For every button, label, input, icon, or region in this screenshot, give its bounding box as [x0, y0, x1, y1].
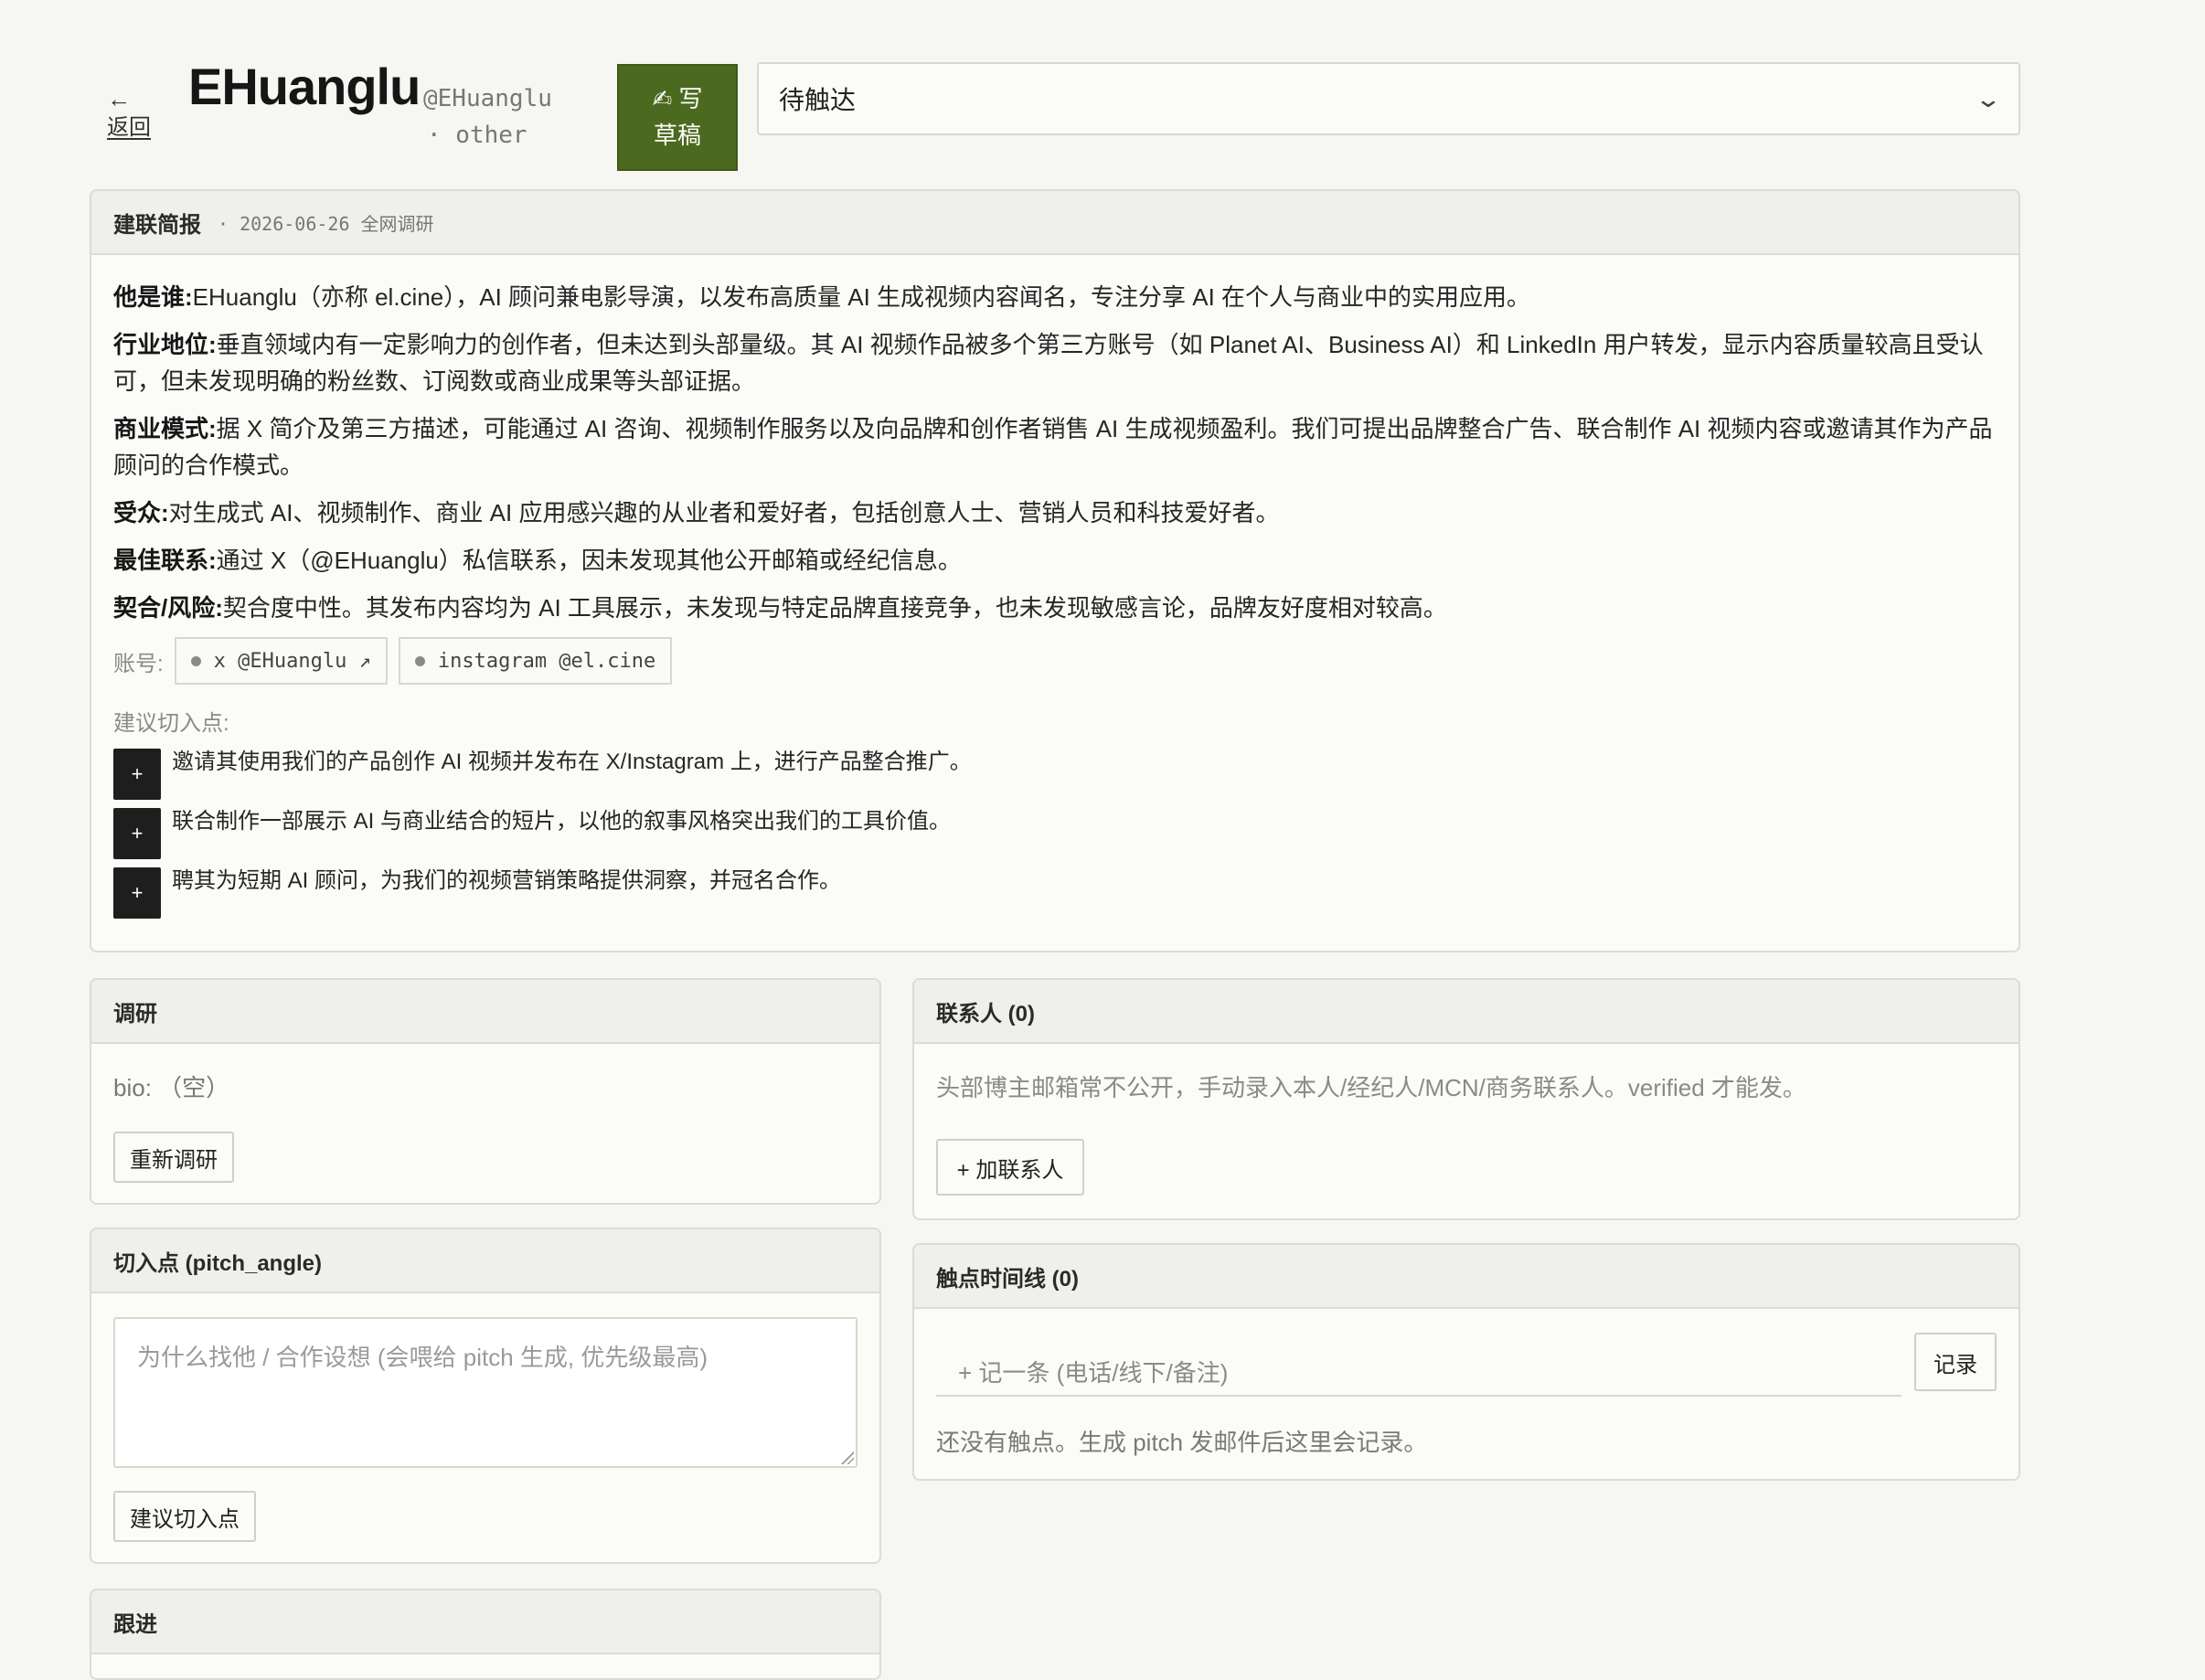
pitch-angle-header: 切入点 (pitch_angle) [91, 1229, 879, 1293]
re-research-button[interactable]: 重新调研 [113, 1132, 234, 1183]
add-pitch-button[interactable]: + [113, 808, 161, 859]
bio-text: bio: （空） [113, 1074, 230, 1101]
record-touchpoint-button[interactable]: 记录 [1914, 1333, 1997, 1391]
touchpoint-timeline-panel: 触点时间线 (0) + 记一条 (电话/线下/备注) 记录 还没有触点。生成 p… [912, 1243, 2020, 1481]
account-chip-text: instagram @el.cine [437, 649, 656, 673]
timeline-title: 触点时间线 (0) [936, 1266, 1079, 1292]
accounts-label: 账号: [113, 651, 164, 676]
contacts-note: 头部博主邮箱常不公开，手动录入本人/经纪人/MCN/商务联系人。verified… [936, 1074, 1806, 1101]
pitch-suggestion-text: 联合制作一部展示 AI 与商业结合的短片，以他的叙事风格突出我们的工具价值。 [172, 809, 952, 834]
contacts-panel: 联系人 (0) 头部博主邮箱常不公开，手动录入本人/经纪人/MCN/商务联系人。… [912, 978, 2020, 1220]
pitch-angle-textarea[interactable]: 为什么找他 / 合作设想 (会喂给 pitch 生成, 优先级最高) [113, 1317, 858, 1468]
pitch-suggestion-item: + 邀请其使用我们的产品创作 AI 视频并发布在 X/Instagram 上，进… [113, 746, 1997, 804]
pitch-suggestions-label: 建议切入点: [113, 711, 229, 736]
brief-row-who: 他是谁:EHuanglu（亦称 el.cine），AI 顾问兼电影导演，以发布高… [113, 279, 1997, 315]
brief-header: 建联简报 · 2026-06-26 全网调研 [91, 191, 2019, 255]
brief-label: 最佳联系: [113, 547, 217, 574]
brief-row-business: 商业模式:据 X 简介及第三方描述，可能通过 AI 咨询、视频制作服务以及向品牌… [113, 410, 1997, 484]
timeline-empty-text: 还没有触点。生成 pitch 发邮件后这里会记录。 [936, 1429, 1428, 1456]
account-chip-text: x @EHuanglu ↗ [213, 649, 371, 673]
page-title: EHuanglu [188, 58, 421, 115]
brief-text: 对生成式 AI、视频制作、商业 AI 应用感兴趣的从业者和爱好者，包括创意人士、… [168, 499, 1280, 526]
account-chip-instagram[interactable]: instagram @el.cine [398, 637, 673, 685]
status-value: 待触达 [779, 86, 857, 114]
write-draft-label-line2: 草稿 [653, 122, 701, 149]
timeline-header: 触点时间线 (0) [914, 1245, 2019, 1309]
pitch-suggestion-item: + 聘其为短期 AI 顾问，为我们的视频营销策略提供洞察，并冠名合作。 [113, 865, 1997, 923]
pitch-angle-panel: 切入点 (pitch_angle) 为什么找他 / 合作设想 (会喂给 pitc… [90, 1228, 881, 1564]
brief-text: EHuanglu（亦称 el.cine），AI 顾问兼电影导演，以发布高质量 A… [192, 283, 1531, 311]
brief-text: 垂直领域内有一定影响力的创作者，但未达到头部量级。其 AI 视频作品被多个第三方… [113, 331, 1984, 395]
pitch-suggestion-text: 聘其为短期 AI 顾问，为我们的视频营销策略提供洞察，并冠名合作。 [172, 868, 842, 893]
brief-title: 建联简报 [113, 212, 201, 238]
page-header: ← 返回 EHuanglu @EHuanglu · other ✍ 写 草稿 待… [0, 0, 2205, 183]
pitch-angle-placeholder: 为什么找他 / 合作设想 (会喂给 pitch 生成, 优先级最高) [137, 1344, 708, 1371]
follow-up-panel: 跟进 [90, 1589, 881, 1680]
brief-label: 受众: [113, 499, 169, 526]
status-select[interactable]: 待触达 ⌄ [757, 62, 2020, 135]
handle-text: @EHuanglu [423, 85, 552, 112]
brief-text: 通过 X（@EHuanglu）私信联系，因未发现其他公开邮箱或经纪信息。 [216, 547, 962, 574]
contacts-header: 联系人 (0) [914, 980, 2019, 1044]
pitch-suggestion-item: + 联合制作一部展示 AI 与商业结合的短片，以他的叙事风格突出我们的工具价值。 [113, 805, 1997, 864]
creator-handle: @EHuanglu · other [423, 80, 552, 154]
pitch-suggestion-text: 邀请其使用我们的产品创作 AI 视频并发布在 X/Instagram 上，进行产… [172, 750, 972, 774]
brief-row-audience: 受众:对生成式 AI、视频制作、商业 AI 应用感兴趣的从业者和爱好者，包括创意… [113, 494, 1997, 531]
brief-label: 商业模式: [113, 415, 217, 442]
contacts-title: 联系人 (0) [936, 1001, 1035, 1026]
follow-up-header: 跟进 [91, 1590, 879, 1654]
write-draft-button[interactable]: ✍ 写 草稿 [617, 64, 738, 171]
brief-text: 据 X 简介及第三方描述，可能通过 AI 咨询、视频制作服务以及向品牌和创作者销… [113, 415, 1993, 479]
brief-meta: · 2026-06-26 全网调研 [218, 212, 434, 235]
resize-grip-icon[interactable] [841, 1451, 854, 1464]
dot-icon [190, 655, 201, 666]
brief-row-position: 行业地位:垂直领域内有一定影响力的创作者，但未达到头部量级。其 AI 视频作品被… [113, 326, 1997, 399]
account-chip-x[interactable]: x @EHuanglu ↗ [174, 637, 388, 685]
suggest-pitch-angle-button[interactable]: 建议切入点 [113, 1491, 256, 1542]
back-link[interactable]: ← 返回 [107, 84, 162, 143]
brief-label: 行业地位: [113, 331, 217, 358]
back-label: 返回 [107, 115, 151, 140]
brief-row-fit-risk: 契合/风险:契合度中性。其发布内容均为 AI 工具展示，未发现与特定品牌直接竞争… [113, 590, 1997, 626]
touchpoint-input[interactable]: + 记一条 (电话/线下/备注) [936, 1333, 1901, 1397]
brief-label: 他是谁: [113, 283, 193, 311]
brief-body: 他是谁:EHuanglu（亦称 el.cine），AI 顾问兼电影导演，以发布高… [91, 255, 2019, 923]
brief-row-contact: 最佳联系:通过 X（@EHuanglu）私信联系，因未发现其他公开邮箱或经纪信息… [113, 542, 1997, 579]
add-pitch-button[interactable]: + [113, 867, 161, 919]
add-contact-button[interactable]: + 加联系人 [936, 1139, 1084, 1196]
pitch-angle-title: 切入点 (pitch_angle) [113, 1250, 323, 1276]
accounts-row: 账号: x @EHuanglu ↗ instagram @el.cine [113, 637, 1997, 685]
outreach-brief-panel: 建联简报 · 2026-06-26 全网调研 他是谁:EHuanglu（亦称 e… [90, 189, 2020, 952]
brief-text: 契合度中性。其发布内容均为 AI 工具展示，未发现与特定品牌直接竞争，也未发现敏… [222, 594, 1447, 622]
dot-icon [414, 655, 425, 666]
chevron-down-icon: ⌄ [1974, 84, 2003, 112]
research-panel: 调研 bio: （空） 重新调研 [90, 978, 881, 1205]
research-header: 调研 [91, 980, 879, 1044]
back-arrow-icon: ← [107, 85, 131, 112]
brief-label: 契合/风险: [113, 594, 223, 622]
write-draft-label-line1: ✍ 写 [652, 85, 703, 112]
research-title: 调研 [113, 1001, 157, 1026]
touchpoint-input-placeholder: + 记一条 (电话/线下/备注) [958, 1359, 1229, 1387]
follow-up-title: 跟进 [113, 1611, 157, 1637]
add-pitch-button[interactable]: + [113, 749, 161, 800]
platform-text: · other [427, 122, 527, 149]
